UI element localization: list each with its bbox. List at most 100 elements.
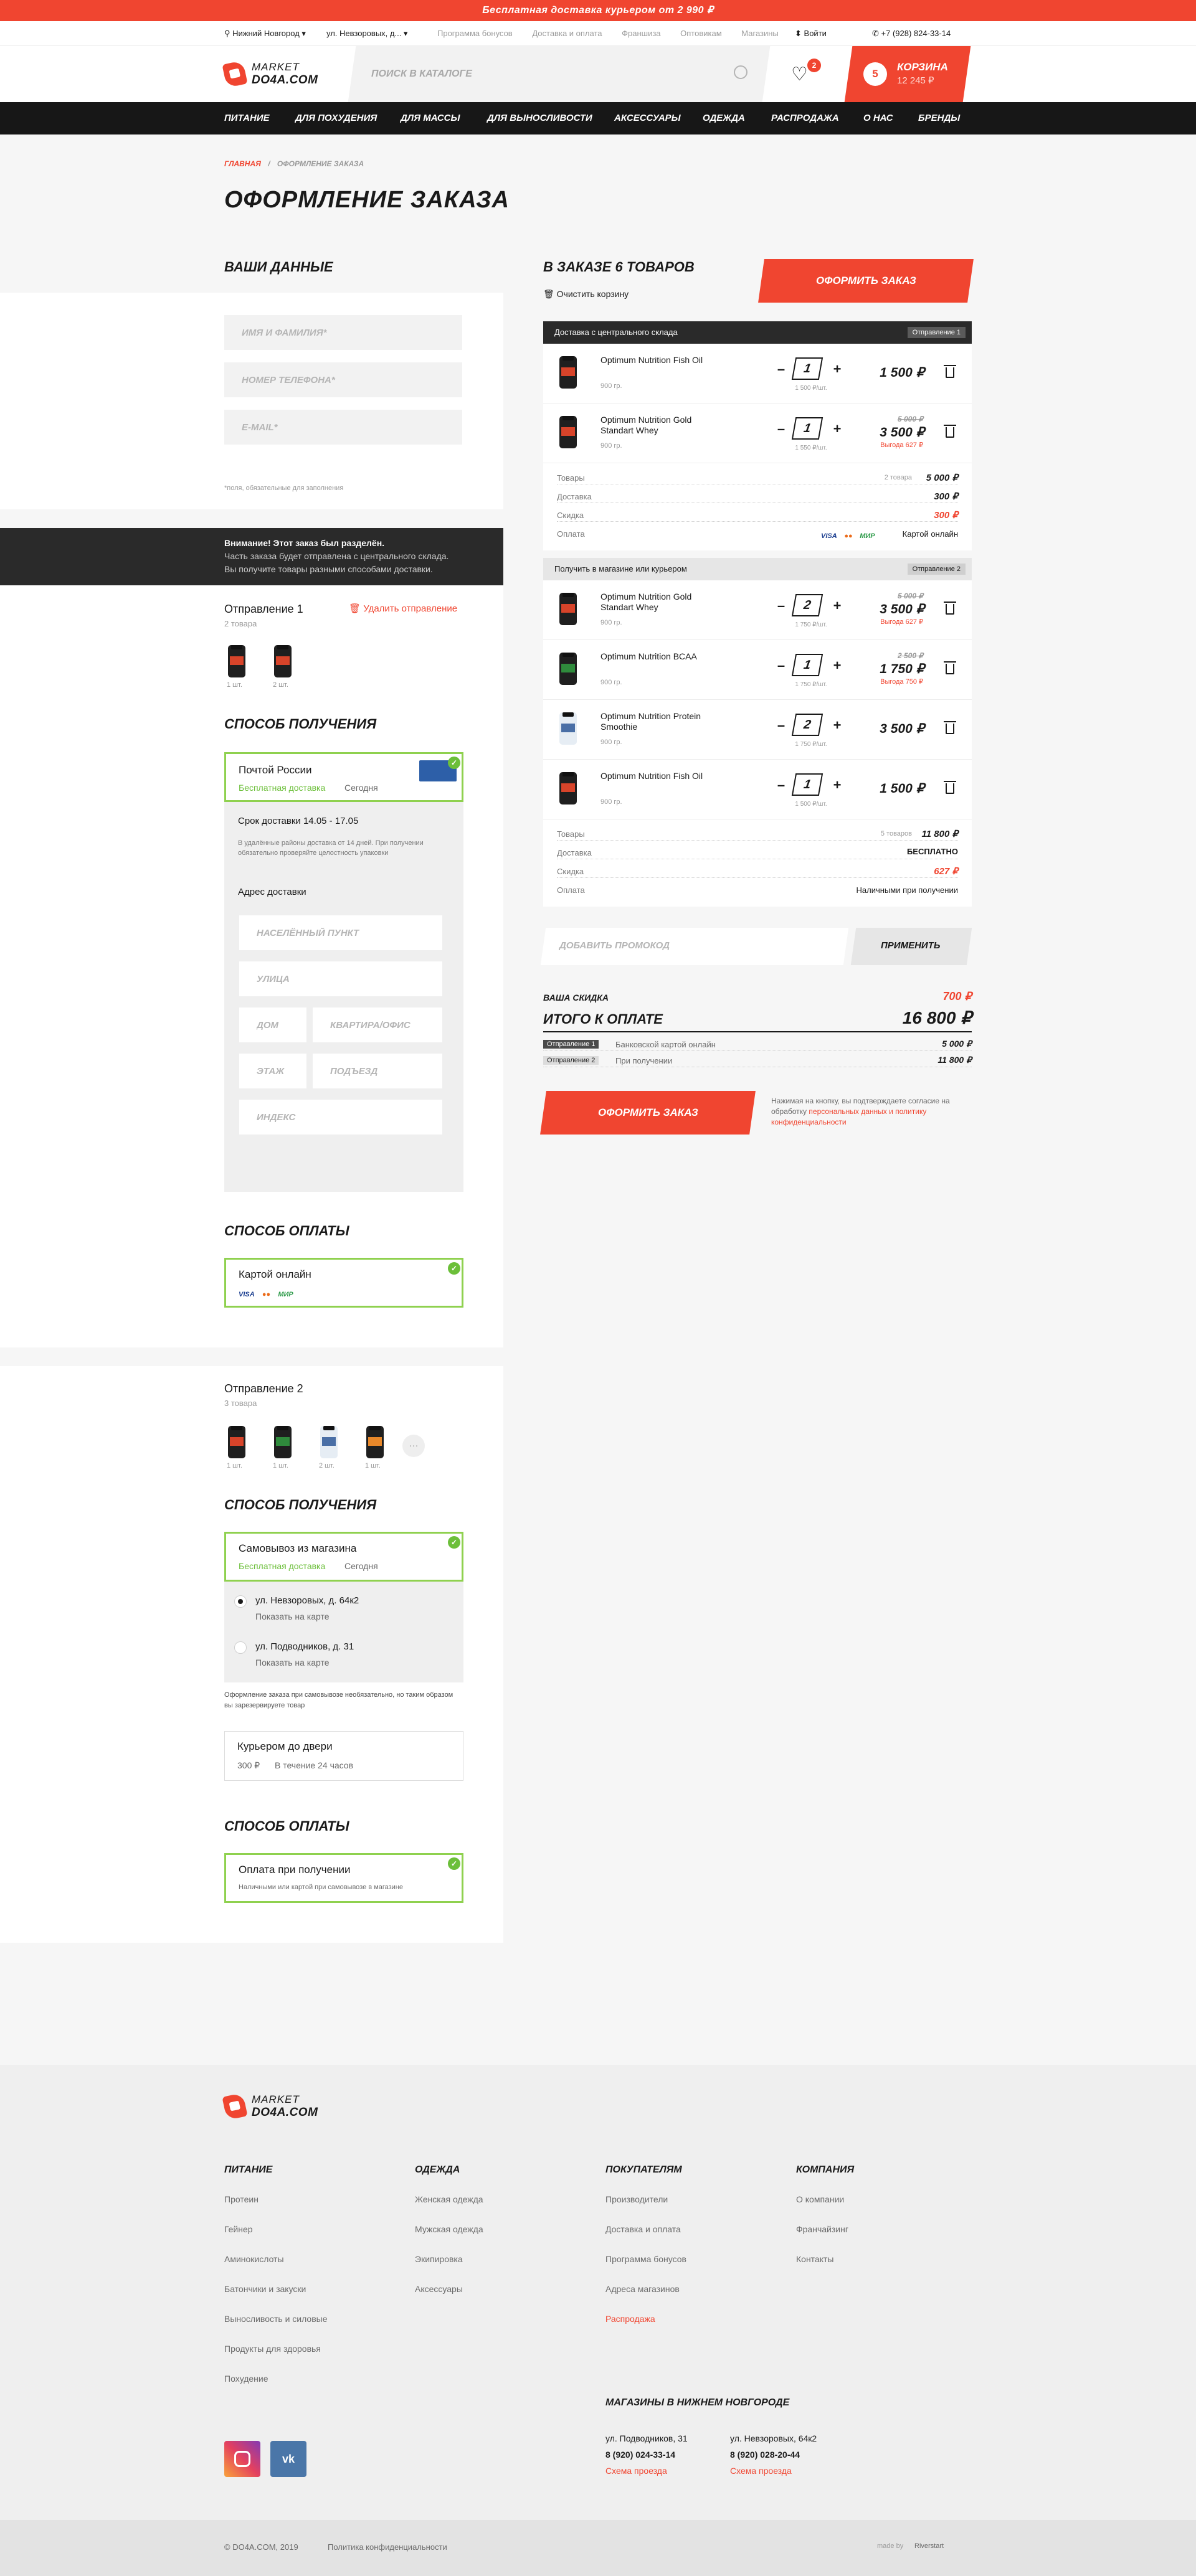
- entrance-input[interactable]: [313, 1054, 442, 1088]
- plus-button[interactable]: +: [831, 658, 843, 674]
- nav-item-sale[interactable]: РАСПРОДАЖА: [771, 102, 839, 134]
- link-wholesale[interactable]: Оптовикам: [680, 29, 722, 38]
- zip-input[interactable]: [239, 1100, 442, 1135]
- footer-logo[interactable]: MARKET DO4A.COM: [222, 2091, 324, 2122]
- name-input[interactable]: [224, 315, 462, 350]
- quantity-input[interactable]: 1: [791, 417, 823, 440]
- link-delivery[interactable]: Доставка и оплата: [532, 29, 602, 38]
- product-name[interactable]: Optimum Nutrition Fish Oil: [600, 771, 719, 781]
- quantity-input[interactable]: 1: [791, 654, 823, 676]
- breadcrumb-home[interactable]: ГЛАВНАЯ: [224, 159, 261, 168]
- footer-link[interactable]: Похудение: [224, 2374, 328, 2384]
- footer-link[interactable]: Программа бонусов: [605, 2254, 686, 2264]
- minus-button[interactable]: –: [775, 598, 787, 614]
- footer-link[interactable]: Аксессуары: [415, 2284, 483, 2294]
- vk-icon[interactable]: vk: [270, 2441, 306, 2477]
- clear-cart-button[interactable]: 🗑 Очистить корзину: [543, 289, 629, 300]
- footer-link[interactable]: Аминокислоты: [224, 2254, 328, 2264]
- delivery-option-courier[interactable]: Курьером до двери 300 ₽ В течение 24 час…: [224, 1731, 463, 1781]
- footer-link[interactable]: Продукты для здоровья: [224, 2344, 328, 2354]
- footer-store-phone-2[interactable]: 8 (920) 028-20-44: [730, 2450, 800, 2460]
- nav-item-mass[interactable]: ДЛЯ МАССЫ: [401, 102, 460, 134]
- plus-button[interactable]: +: [831, 777, 843, 793]
- product-name[interactable]: Optimum Nutrition Protein Smoothie: [600, 711, 719, 732]
- shipment1-product-thumb[interactable]: [228, 645, 245, 677]
- shipment2-product-thumb[interactable]: [274, 1426, 292, 1458]
- link-franchise[interactable]: Франшиза: [622, 29, 660, 38]
- zip-field[interactable]: [239, 1100, 442, 1135]
- phone-field[interactable]: [224, 362, 462, 397]
- email-field[interactable]: [224, 410, 462, 445]
- store-map-link-1[interactable]: Показать на карте: [255, 1611, 330, 1621]
- nav-item-clothes[interactable]: ОДЕЖДА: [703, 102, 745, 134]
- email-input[interactable]: [224, 410, 462, 445]
- product-image[interactable]: [559, 712, 577, 745]
- nav-item-endurance[interactable]: ДЛЯ ВЫНОСЛИВОСТИ: [487, 102, 592, 134]
- footer-link[interactable]: О компании: [796, 2194, 854, 2204]
- floor-input[interactable]: [239, 1054, 306, 1088]
- delivery-option-pickup[interactable]: Самовывоз из магазина Бесплатная доставк…: [224, 1532, 463, 1582]
- street-field[interactable]: [239, 961, 442, 996]
- name-field[interactable]: [224, 315, 462, 350]
- shipment2-product-thumb[interactable]: [366, 1426, 384, 1458]
- store-radio-2[interactable]: [234, 1641, 247, 1654]
- footer-link[interactable]: Мужская одежда: [415, 2224, 483, 2234]
- link-shops[interactable]: Магазины: [741, 29, 779, 38]
- delete-item-icon[interactable]: [944, 661, 956, 674]
- street-input[interactable]: [239, 961, 442, 996]
- delete-item-icon[interactable]: [944, 721, 956, 734]
- shipment1-product-thumb[interactable]: [274, 645, 292, 677]
- payment-option-card[interactable]: Картой онлайн VISA ●● МИР ✓: [224, 1258, 463, 1308]
- footer-store-scheme-1[interactable]: Схема проезда: [605, 2466, 667, 2476]
- submit-order-button-top[interactable]: ОФОРМИТЬ ЗАКАЗ: [758, 259, 974, 303]
- minus-button[interactable]: –: [775, 421, 787, 437]
- search-icon[interactable]: [734, 65, 748, 79]
- instagram-icon[interactable]: [224, 2441, 260, 2477]
- footer-link[interactable]: Экипировка: [415, 2254, 483, 2264]
- more-items-button[interactable]: ···: [402, 1435, 425, 1457]
- nav-item-accessories[interactable]: АКСЕССУАРЫ: [614, 102, 681, 134]
- quantity-input[interactable]: 2: [791, 594, 823, 616]
- delivery-option-russian-post[interactable]: Почтой России Бесплатная доставка Сегодн…: [224, 752, 463, 802]
- quantity-input[interactable]: 1: [791, 773, 823, 796]
- login-link[interactable]: ⬍ Войти: [795, 21, 827, 46]
- footer-link[interactable]: Контакты: [796, 2254, 854, 2264]
- nav-item-weight-loss[interactable]: ДЛЯ ПОХУДЕНИЯ: [295, 102, 377, 134]
- product-image[interactable]: [559, 772, 577, 804]
- house-input[interactable]: [239, 1007, 306, 1042]
- minus-button[interactable]: –: [775, 658, 787, 674]
- footer-link[interactable]: Доставка и оплата: [605, 2224, 686, 2234]
- plus-button[interactable]: +: [831, 421, 843, 437]
- delete-item-icon[interactable]: [944, 365, 956, 378]
- quantity-input[interactable]: 2: [791, 714, 823, 736]
- studio-logo[interactable]: Riverstart: [914, 2542, 944, 2550]
- address-selector[interactable]: ул. Невзоровых, д... ▾: [326, 21, 407, 46]
- phone-input[interactable]: [224, 362, 462, 397]
- plus-button[interactable]: +: [831, 598, 843, 614]
- minus-button[interactable]: –: [775, 777, 787, 793]
- delete-item-icon[interactable]: [944, 602, 956, 615]
- delete-shipment-button[interactable]: 🗑 Удалить отправление: [349, 603, 457, 614]
- plus-button[interactable]: +: [831, 361, 843, 377]
- delete-item-icon[interactable]: [944, 425, 956, 438]
- footer-link[interactable]: Протеин: [224, 2194, 328, 2204]
- footer-link[interactable]: Батончики и закуски: [224, 2284, 328, 2294]
- product-name[interactable]: Optimum Nutrition BCAA: [600, 651, 719, 662]
- entrance-field[interactable]: [313, 1054, 442, 1088]
- footer-link[interactable]: Франчайзинг: [796, 2224, 854, 2234]
- nav-item-brands[interactable]: БРЕНДЫ: [918, 102, 960, 134]
- product-image[interactable]: [559, 653, 577, 685]
- footer-link[interactable]: Гейнер: [224, 2224, 328, 2234]
- flat-field[interactable]: [313, 1007, 442, 1042]
- nav-item-about[interactable]: О НАС: [863, 102, 893, 134]
- shipment2-product-thumb[interactable]: [320, 1426, 338, 1458]
- footer-link[interactable]: Производители: [605, 2194, 686, 2204]
- product-image[interactable]: [559, 593, 577, 625]
- privacy-link[interactable]: Политика конфиденциальности: [328, 2542, 447, 2552]
- product-image[interactable]: [559, 416, 577, 448]
- footer-link[interactable]: Женская одежда: [415, 2194, 483, 2204]
- city-field[interactable]: [239, 915, 442, 950]
- product-name[interactable]: Optimum Nutrition Gold Standart Whey: [600, 592, 719, 613]
- product-image[interactable]: [559, 356, 577, 389]
- footer-link[interactable]: Распродажа: [605, 2314, 686, 2324]
